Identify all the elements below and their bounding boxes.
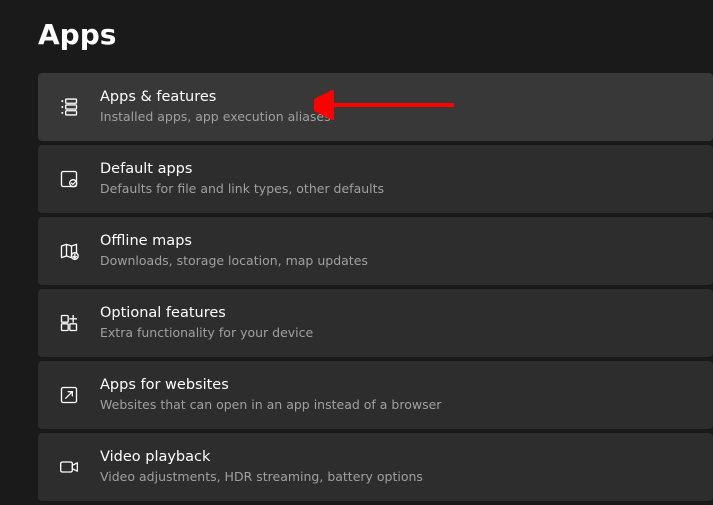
- offline-maps-item[interactable]: Offline maps Downloads, storage location…: [38, 217, 713, 285]
- item-text: Default apps Defaults for file and link …: [100, 160, 384, 197]
- apps-for-websites-item[interactable]: Apps for websites Websites that can open…: [38, 361, 713, 429]
- item-subtitle: Extra functionality for your device: [100, 325, 313, 341]
- item-text: Offline maps Downloads, storage location…: [100, 232, 368, 269]
- settings-list: Apps & features Installed apps, app exec…: [0, 73, 713, 501]
- optional-features-icon: [58, 312, 80, 334]
- item-subtitle: Video adjustments, HDR streaming, batter…: [100, 469, 423, 485]
- apps-for-websites-icon: [58, 384, 80, 406]
- item-subtitle: Defaults for file and link types, other …: [100, 181, 384, 197]
- item-text: Apps for websites Websites that can open…: [100, 376, 441, 413]
- item-title: Default apps: [100, 160, 384, 179]
- item-subtitle: Websites that can open in an app instead…: [100, 397, 441, 413]
- item-subtitle: Downloads, storage location, map updates: [100, 253, 368, 269]
- item-title: Apps for websites: [100, 376, 441, 395]
- item-title: Apps & features: [100, 88, 331, 107]
- default-apps-item[interactable]: Default apps Defaults for file and link …: [38, 145, 713, 213]
- item-title: Optional features: [100, 304, 313, 323]
- item-text: Optional features Extra functionality fo…: [100, 304, 313, 341]
- item-subtitle: Installed apps, app execution aliases: [100, 109, 331, 125]
- item-title: Video playback: [100, 448, 423, 467]
- apps-features-icon: [58, 96, 80, 118]
- video-playback-icon: [58, 456, 80, 478]
- video-playback-item[interactable]: Video playback Video adjustments, HDR st…: [38, 433, 713, 501]
- default-apps-icon: [58, 168, 80, 190]
- item-text: Apps & features Installed apps, app exec…: [100, 88, 331, 125]
- optional-features-item[interactable]: Optional features Extra functionality fo…: [38, 289, 713, 357]
- item-text: Video playback Video adjustments, HDR st…: [100, 448, 423, 485]
- item-title: Offline maps: [100, 232, 368, 251]
- apps-and-features-item[interactable]: Apps & features Installed apps, app exec…: [38, 73, 713, 141]
- page-title: Apps: [0, 0, 713, 51]
- offline-maps-icon: [58, 240, 80, 262]
